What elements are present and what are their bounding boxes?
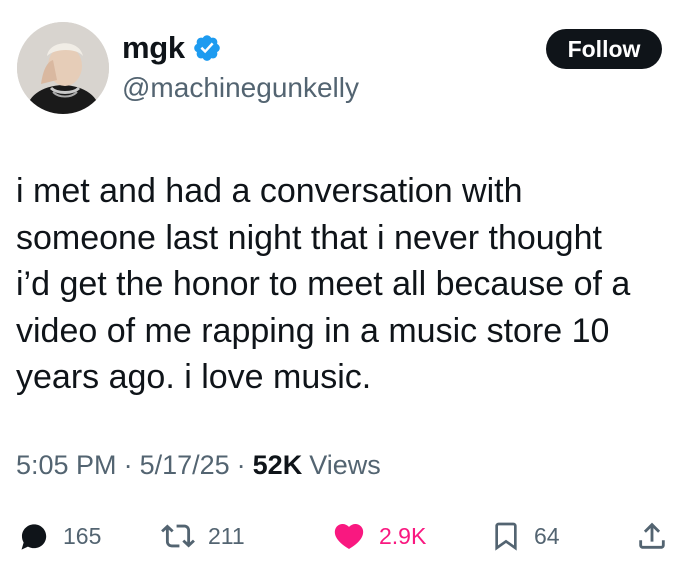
repost-count: 211 bbox=[208, 522, 245, 549]
meta-separator: · bbox=[236, 450, 246, 480]
tweet-meta: 5:05 PM · 5/17/25 · 52K Views bbox=[16, 450, 381, 481]
author-display-name[interactable]: mgk bbox=[122, 30, 185, 66]
views-count: 52K bbox=[252, 450, 303, 480]
repost-button[interactable]: 211 bbox=[160, 511, 245, 561]
share-icon bbox=[639, 522, 665, 549]
share-button[interactable] bbox=[635, 511, 669, 561]
reply-count: 165 bbox=[63, 522, 102, 549]
avatar-photo bbox=[17, 22, 109, 114]
action-bar: 165 211 2.9K 64 bbox=[0, 511, 680, 561]
reply-icon bbox=[21, 524, 47, 550]
tweet-text: i met and had a conversation with someon… bbox=[16, 172, 631, 396]
bookmark-icon bbox=[495, 522, 517, 551]
bookmark-button[interactable]: 64 bbox=[490, 511, 560, 561]
reply-button[interactable]: 165 bbox=[17, 511, 101, 561]
verified-badge-icon[interactable] bbox=[192, 33, 222, 63]
views-label: Views bbox=[309, 450, 381, 480]
meta-separator: · bbox=[123, 450, 133, 480]
author-handle[interactable]: @machinegunkelly bbox=[122, 72, 359, 104]
tweet-date[interactable]: 5/17/25 bbox=[140, 450, 230, 481]
tweet-time[interactable]: 5:05 PM bbox=[16, 450, 117, 481]
bookmark-count: 64 bbox=[534, 522, 560, 549]
avatar[interactable] bbox=[17, 22, 109, 114]
author-name-row: mgk bbox=[122, 30, 222, 66]
like-button[interactable]: 2.9K bbox=[331, 511, 426, 561]
heart-icon bbox=[334, 523, 364, 549]
repost-icon bbox=[161, 524, 195, 548]
like-count: 2.9K bbox=[379, 522, 427, 549]
follow-button[interactable]: Follow bbox=[546, 29, 662, 69]
